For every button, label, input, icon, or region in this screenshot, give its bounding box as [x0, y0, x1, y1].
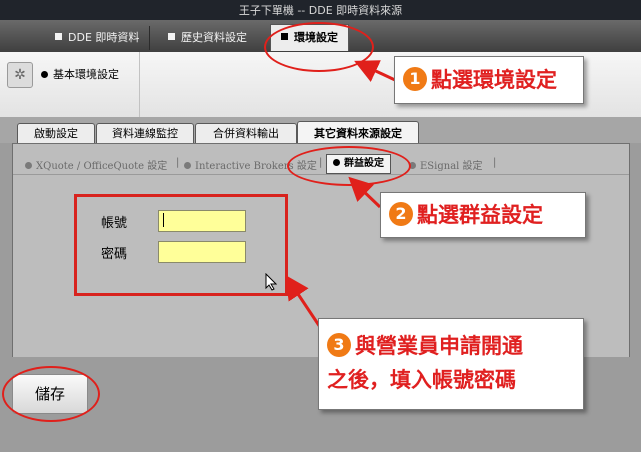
step-number-badge: 2	[389, 202, 413, 226]
callout-step2: 2 點選群益設定	[380, 192, 586, 238]
callout-step3: 3 與營業員申請開通 之後，填入帳號密碼	[318, 318, 584, 410]
step-number-badge: 3	[327, 333, 351, 357]
step-number-badge: 1	[403, 67, 427, 91]
callout-step1: 1 點選環境設定	[394, 56, 584, 104]
